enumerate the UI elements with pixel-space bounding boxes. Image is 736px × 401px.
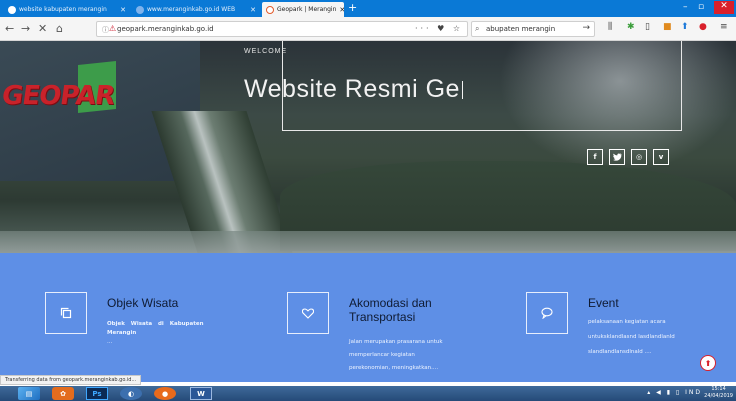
search-go-icon[interactable]: → (582, 23, 590, 33)
windows-taskbar: ▤ ✿ Ps ◐ ● W ▴ ◀ ▮ ▯ IND 15:14 24/04/201… (0, 386, 736, 401)
service-title-objek-wisata[interactable]: Objek Wisata (107, 296, 178, 310)
chat-bubble-icon (541, 307, 553, 319)
tab-title: www.meranginkab.go.id WEB (147, 6, 236, 13)
browser-tab-geopark[interactable]: Geopark | Merangin ✕ (262, 2, 344, 17)
menu-icon[interactable]: ≡ (720, 22, 728, 32)
service-desc-objek-wisata: Objek Wisata di Kabupaten Merangin ... (107, 320, 203, 347)
input-language[interactable]: IND (685, 389, 702, 396)
tab-title: Geopark | Merangin (277, 6, 337, 13)
browser-status-text: Transferring data from geopark.merangink… (0, 375, 142, 385)
media-app-icon[interactable]: ✿ (52, 387, 74, 400)
home-icon[interactable]: ⌂ (56, 22, 63, 35)
service-desc-line: Merangin (107, 330, 137, 336)
maximize-icon[interactable]: ▫ (698, 2, 704, 12)
back-icon[interactable]: ← (5, 22, 14, 35)
objek-wisata-icon-box[interactable] (45, 292, 87, 334)
service-desc-akomodasi: Jalan merupakan prasarana untuk memperla… (349, 336, 443, 375)
service-title-line: Transportasi (349, 310, 416, 324)
close-tab-icon[interactable]: ✕ (120, 6, 126, 14)
vimeo-icon[interactable]: v (653, 149, 669, 165)
copy-icon (60, 307, 72, 319)
addon-icon[interactable]: ■ (663, 22, 672, 32)
search-value: abupaten merangin (486, 25, 556, 33)
arrow-up-icon: ⬆ (704, 358, 712, 368)
service-title-line: Objek Wisata (107, 296, 179, 310)
site-info-icon[interactable]: ⓘ (102, 25, 109, 35)
social-links: f ◎ v (587, 149, 669, 165)
pinterest-icon[interactable]: ● (699, 22, 707, 32)
sidebar-icon[interactable]: ▯ (645, 22, 650, 32)
service-title-akomodasi[interactable]: Akomodasi dan Transportasi (349, 296, 432, 324)
firefox-icon[interactable]: ● (154, 387, 176, 400)
heart-icon (302, 307, 314, 319)
browser-tab-website-kabupaten[interactable]: website kabupaten merangin ✕ (4, 2, 130, 17)
app-icon[interactable]: ◐ (120, 387, 142, 400)
browser-toolbar: ← → ✕ ⌂ ⓘ ⚠ geopark.meranginkab.go.id ··… (0, 17, 736, 41)
close-tab-icon[interactable]: ✕ (339, 6, 344, 14)
akomodasi-icon-box[interactable] (287, 292, 329, 334)
window-close-icon[interactable]: ✕ (714, 1, 734, 14)
address-bar[interactable]: ⓘ ⚠ geopark.meranginkab.go.id ··· ♥ ☆ (96, 21, 468, 37)
close-tab-icon[interactable]: ✕ (250, 6, 256, 14)
service-desc-event: pelaksanaan kegiatan acara untuksklandla… (588, 315, 675, 360)
taskbar-clock[interactable]: 15:14 24/04/2019 (704, 386, 733, 400)
minimize-icon[interactable]: – (683, 2, 688, 12)
service-desc-line: Jalan merupakan prasarana untuk (349, 339, 443, 345)
word-icon[interactable]: W (190, 387, 212, 400)
tab-favicon-icon (8, 5, 16, 14)
service-title-event[interactable]: Event (588, 296, 619, 310)
hero-title: Website Resmi Ge (244, 75, 463, 104)
typing-cursor (461, 81, 463, 100)
service-desc-line: untuksklandlasnd lasdlandlanld (588, 334, 675, 340)
tab-title: website kabupaten merangin (19, 6, 107, 13)
hero-bottom-band (0, 231, 736, 253)
service-desc-line: pelaksanaan kegiatan acara (588, 319, 666, 325)
hero-sign-letters: GEOPAR (0, 81, 117, 111)
file-explorer-icon[interactable]: ▤ (18, 387, 40, 400)
services-section: Objek Wisata Objek Wisata di Kabupaten M… (0, 253, 736, 382)
addon-arrow-icon[interactable]: ⬆ (681, 22, 689, 32)
photoshop-icon[interactable]: Ps (86, 387, 108, 400)
system-tray[interactable]: ▴ ◀ ▮ ▯ IND (647, 389, 702, 396)
browser-tab-strip: website kabupaten merangin ✕ www.merangi… (0, 0, 736, 17)
service-desc-line: Objek Wisata di Kabupaten (107, 321, 204, 327)
dribbble-icon[interactable]: ◎ (631, 149, 647, 165)
service-title-line: Event (588, 296, 619, 310)
new-tab-button[interactable]: + (348, 1, 357, 14)
search-icon: ⌕ (475, 24, 480, 33)
clock-date: 24/04/2019 (704, 393, 733, 399)
library-icon[interactable]: ⫼ (608, 22, 612, 32)
service-title-line: Akomodasi dan (349, 296, 432, 310)
facebook-icon[interactable]: f (587, 149, 603, 165)
hero-title-text: Website Resmi Ge (244, 75, 460, 103)
clock-time: 15:14 (711, 386, 726, 392)
insecure-icon: ⚠ (109, 24, 117, 33)
hero-banner: GEOPAR WELCOME Website Resmi Ge f ◎ v (0, 41, 736, 253)
hero-welcome-label: WELCOME (244, 48, 288, 55)
url-text: geopark.meranginkab.go.id (117, 25, 214, 33)
tab-favicon-icon (136, 5, 144, 14)
service-desc-line: slandlandlansdlnald .... (588, 349, 652, 355)
service-desc-line: perekonomian, meningkatkan.... (349, 365, 439, 371)
twitter-icon[interactable] (609, 149, 625, 165)
service-desc-line: ... (107, 339, 113, 345)
service-desc-line: memperlancar kegiatan (349, 352, 415, 358)
event-icon-box[interactable] (526, 292, 568, 334)
stop-icon[interactable]: ✕ (38, 22, 47, 35)
extension-icon[interactable]: ✱ (627, 22, 635, 32)
page-actions-icon[interactable]: ··· ♥ ☆ (415, 24, 463, 33)
scroll-to-top-button[interactable]: ⬆ (700, 355, 716, 371)
tab-favicon-icon (266, 5, 274, 14)
forward-icon[interactable]: → (21, 22, 30, 35)
browser-tab-meranginkab[interactable]: www.meranginkab.go.id WEB ✕ (132, 2, 260, 17)
search-input[interactable]: ⌕ abupaten merangin → (471, 21, 595, 37)
